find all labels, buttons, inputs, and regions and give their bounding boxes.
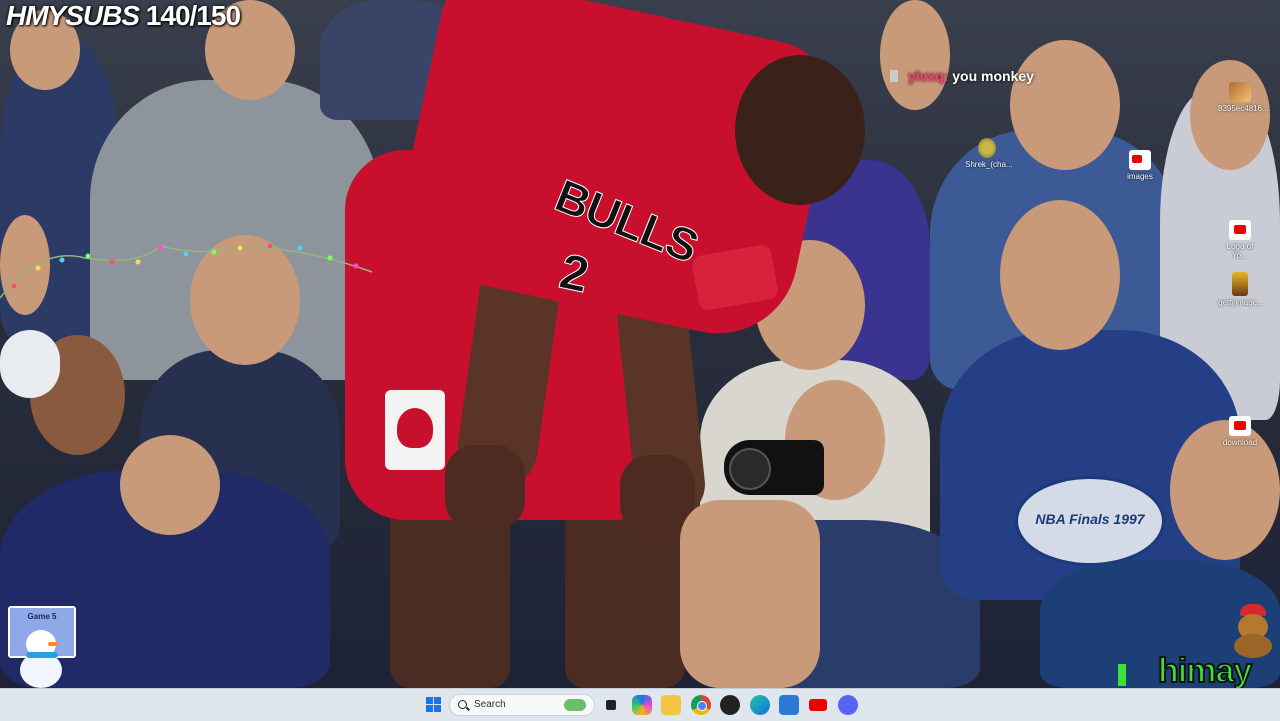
image-file-icon [1229, 82, 1251, 102]
file-explorer-icon[interactable] [661, 695, 681, 715]
desktop-icon-download[interactable]: download [1218, 416, 1262, 447]
search-highlight-icon [564, 699, 586, 711]
search-placeholder: Search [474, 699, 506, 710]
player-head [735, 55, 865, 205]
chat-username: ylvxq: [907, 68, 949, 84]
edge-icon[interactable] [750, 695, 770, 715]
jersey-number: 2 [555, 242, 595, 304]
chrome-icon[interactable] [691, 695, 711, 715]
desktop-icon-8395ec4816[interactable]: 8395ec4816... [1218, 82, 1269, 113]
shrek-file-icon [978, 138, 996, 158]
chat-message: ylvxq: you monkey [890, 68, 1034, 84]
microphone [0, 330, 60, 398]
chat-badge-icon [890, 70, 898, 82]
nba-finals-text: NBA Finals 1997 [1035, 511, 1145, 527]
windows-start-icon[interactable] [424, 695, 444, 715]
search-icon [458, 700, 467, 709]
teddy-bear-icon [1232, 604, 1276, 658]
task-view-icon[interactable] [602, 695, 622, 715]
desktop-icon-gettyimage[interactable]: gettyimage... [1218, 272, 1264, 307]
desktop-icon-logo-of-youtube[interactable]: Logo of Yo... [1218, 220, 1262, 260]
desktop-wallpaper: NBA Finals 1997 BULLS 2 HMYSUBS 140/150 … [0, 0, 1280, 688]
nba-finals-sign: NBA Finals 1997 [1015, 476, 1165, 566]
discord-icon[interactable] [838, 695, 858, 715]
streamer-logo: himay [1118, 651, 1280, 688]
youtube-file-icon [1129, 150, 1151, 170]
taskbar: Search [0, 688, 1280, 721]
photographer-arm [680, 500, 820, 688]
sub-counter: HMYSUBS 140/150 [6, 0, 241, 32]
youtube-file-icon [1229, 220, 1251, 240]
channel-label: HMYSUBS [6, 0, 140, 31]
youtube-file-icon [1229, 416, 1251, 436]
copilot-icon[interactable] [632, 695, 652, 715]
desktop-icon-images[interactable]: images [1118, 150, 1162, 181]
youtube-icon[interactable] [808, 695, 828, 715]
bulls-logo-icon [385, 390, 445, 470]
christmas-lights [0, 243, 373, 299]
obs-icon[interactable] [720, 695, 740, 715]
image-file-icon [1232, 272, 1248, 296]
taskbar-search[interactable]: Search [449, 694, 595, 716]
store-icon[interactable] [779, 695, 799, 715]
snowman-icon [12, 630, 72, 688]
sub-goal-count: 140/150 [145, 0, 241, 31]
chat-text: you monkey [952, 68, 1034, 84]
desktop-icon-shrek[interactable]: Shrek_(cha... [965, 138, 1013, 169]
